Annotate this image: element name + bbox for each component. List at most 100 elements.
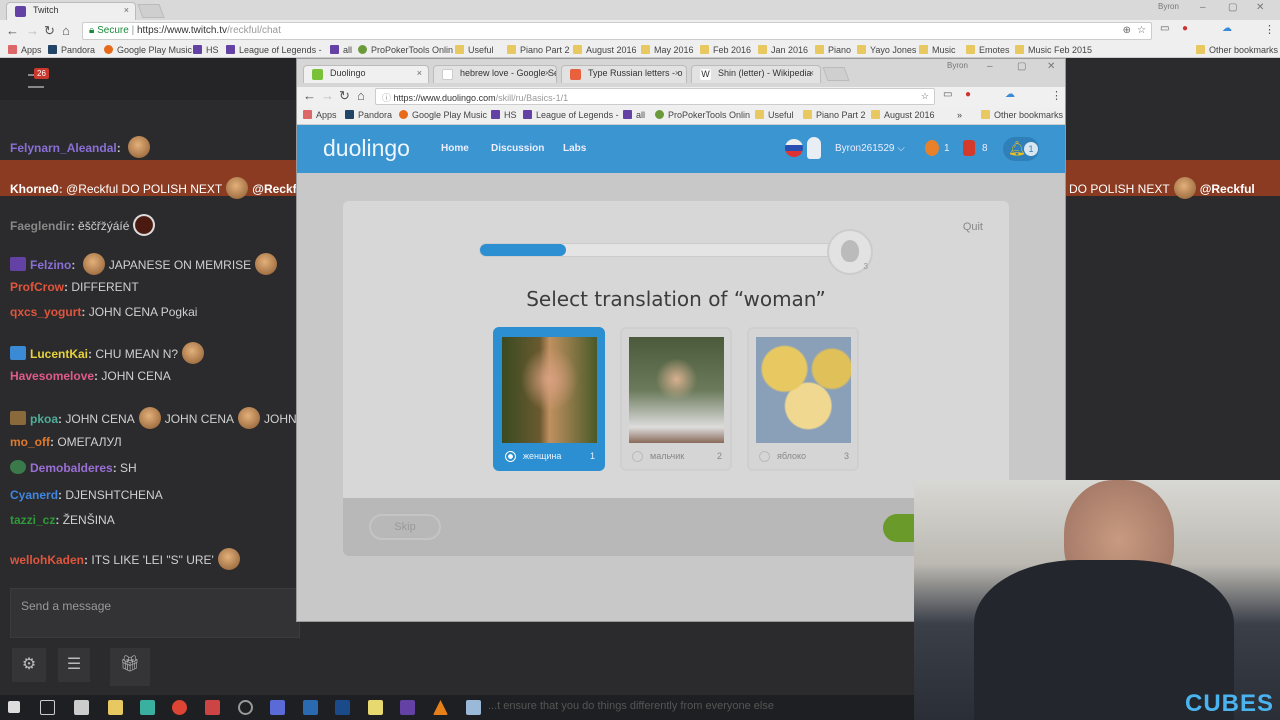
nav-home[interactable]: Home xyxy=(441,143,469,154)
new-tab-button[interactable] xyxy=(822,67,850,81)
store-icon[interactable] xyxy=(74,700,89,715)
menu-icon[interactable]: ⋮ xyxy=(1264,23,1275,36)
avatar[interactable] xyxy=(807,137,821,159)
close-tab-icon[interactable]: × xyxy=(124,5,129,15)
russian-flag-icon[interactable] xyxy=(785,139,803,157)
viewer-list-icon[interactable]: ☰ xyxy=(58,648,90,682)
tab-wikipedia[interactable]: W Shin (letter) - Wikipedia × xyxy=(691,65,821,83)
back-icon[interactable]: ← xyxy=(303,88,316,103)
twitch-icon[interactable] xyxy=(400,700,415,715)
minimize-icon[interactable]: – xyxy=(1200,2,1206,13)
tab-twitch[interactable]: Twitch × xyxy=(6,2,136,20)
app-icon[interactable] xyxy=(466,700,481,715)
option-card-1[interactable]: женщина 1 xyxy=(493,327,605,471)
bookmark[interactable]: HS xyxy=(491,110,517,120)
settings-gear-icon[interactable]: ⚙ xyxy=(12,648,46,682)
obs-icon[interactable] xyxy=(238,700,253,715)
bookmark[interactable]: August 2016 xyxy=(871,110,935,120)
radio-button[interactable] xyxy=(759,451,770,462)
bookmark[interactable]: Yayo Jones xyxy=(857,45,916,55)
bookmark[interactable]: Pandora xyxy=(48,45,95,55)
option-card-3[interactable]: яблоко 3 xyxy=(747,327,859,471)
cloud-icon[interactable]: ☁ xyxy=(1222,23,1232,34)
bookmark[interactable]: ProPokerTools Onlin xyxy=(358,45,453,55)
extension-icon[interactable]: ● xyxy=(1182,23,1188,34)
back-icon[interactable]: ← xyxy=(6,23,19,38)
skip-button[interactable]: Skip xyxy=(369,514,441,540)
bookmark[interactable]: Piano xyxy=(815,45,851,55)
forward-icon[interactable]: → xyxy=(26,23,39,38)
file-explorer-icon[interactable] xyxy=(108,700,123,715)
minimize-icon[interactable]: – xyxy=(987,61,993,72)
app-icon[interactable] xyxy=(205,700,220,715)
reload-icon[interactable]: ↻ xyxy=(339,88,350,104)
new-tab-button[interactable] xyxy=(137,4,165,18)
extension-icon[interactable]: ● xyxy=(965,89,971,100)
tab-russian-letters[interactable]: Type Russian letters - o × xyxy=(561,65,687,83)
bookmark[interactable]: Jan 2016 xyxy=(758,45,808,55)
nav-discussion[interactable]: Discussion xyxy=(491,143,544,154)
bookmark[interactable]: Emotes xyxy=(966,45,1010,55)
windows-start-icon[interactable] xyxy=(8,701,20,713)
app-icon[interactable] xyxy=(303,700,318,715)
bookmark[interactable]: Piano Part 2 xyxy=(803,110,866,120)
cast-icon[interactable]: ▭ xyxy=(943,89,952,100)
maximize-icon[interactable]: ▢ xyxy=(1228,2,1237,13)
bookmark[interactable]: Useful xyxy=(755,110,794,120)
bookmark[interactable]: Pandora xyxy=(345,110,392,120)
bookmark-other[interactable]: Other bookmarks xyxy=(1196,45,1278,55)
home-icon[interactable]: ⌂ xyxy=(62,23,70,38)
user-menu[interactable]: Byron261529 ⌵ xyxy=(835,143,905,154)
gift-icon[interactable]: 🎁︎ xyxy=(110,648,150,686)
duolingo-logo[interactable]: duolingo xyxy=(323,135,410,162)
bookmark[interactable]: Music Feb 2015 xyxy=(1015,45,1092,55)
bookmark[interactable]: Useful xyxy=(455,45,494,55)
option-card-2[interactable]: мальчик 2 xyxy=(620,327,732,471)
bookmark-other[interactable]: Other bookmarks xyxy=(981,110,1063,120)
bookmark[interactable]: August 2016 xyxy=(573,45,637,55)
close-window-icon[interactable]: ✕ xyxy=(1256,2,1264,13)
url-input[interactable]: ⓘ https://www.duolingo.com/skill/ru/Basi… xyxy=(375,88,935,105)
sticky-notes-icon[interactable] xyxy=(368,700,383,715)
bookmark[interactable]: all xyxy=(623,110,645,120)
streak-flame-icon[interactable] xyxy=(925,140,939,156)
close-window-icon[interactable]: ✕ xyxy=(1047,61,1055,72)
star-icon[interactable]: ☆ xyxy=(1137,25,1146,36)
star-icon[interactable]: ☆ xyxy=(921,91,929,102)
forward-icon[interactable]: → xyxy=(321,88,334,103)
bookmark[interactable]: HS xyxy=(193,45,219,55)
radio-button[interactable] xyxy=(505,451,516,462)
bookmark[interactable]: League of Legends - xyxy=(226,45,322,55)
cast-icon[interactable]: ▭ xyxy=(1160,23,1169,34)
bookmark[interactable]: all xyxy=(330,45,352,55)
bookmark[interactable]: Piano Part 2 xyxy=(507,45,570,55)
chat-input[interactable]: Send a message xyxy=(10,588,300,638)
profile-name[interactable]: Byron xyxy=(947,61,968,70)
reload-icon[interactable]: ↻ xyxy=(44,23,55,39)
radio-button[interactable] xyxy=(632,451,643,462)
bookmark[interactable]: Apps xyxy=(303,110,337,120)
maximize-icon[interactable]: ▢ xyxy=(1017,61,1026,72)
chrome-icon[interactable] xyxy=(172,700,187,715)
app-icon[interactable] xyxy=(140,700,155,715)
vlc-icon[interactable] xyxy=(433,700,448,715)
bookmark[interactable]: May 2016 xyxy=(641,45,694,55)
bookmark[interactable]: League of Legends - xyxy=(523,110,619,120)
bookmarks-overflow-icon[interactable]: » xyxy=(957,110,962,120)
bookmark[interactable]: Google Play Music xyxy=(399,110,487,120)
steam-icon[interactable] xyxy=(335,700,350,715)
url-input[interactable]: 🔒︎ Secure | https://www.twitch.tv/reckfu… xyxy=(82,22,1152,40)
bookmark[interactable]: ProPokerTools Onlin xyxy=(655,110,750,120)
lingot-icon[interactable] xyxy=(963,140,975,156)
bookmark[interactable]: Apps xyxy=(8,45,42,55)
tab-google[interactable]: hebrew love - Google Se × xyxy=(433,65,557,83)
nav-labs[interactable]: Labs xyxy=(563,143,586,154)
profile-name[interactable]: Byron xyxy=(1158,2,1179,11)
task-view-icon[interactable] xyxy=(40,700,55,715)
home-icon[interactable]: ⌂ xyxy=(357,88,365,103)
cloud-icon[interactable]: ☁ xyxy=(1005,89,1015,100)
quit-button[interactable]: Quit xyxy=(963,221,983,233)
bookmark[interactable]: Music xyxy=(919,45,956,55)
zoom-icon[interactable]: ⊕ xyxy=(1123,25,1131,36)
bookmark[interactable]: Google Play Music xyxy=(104,45,192,55)
